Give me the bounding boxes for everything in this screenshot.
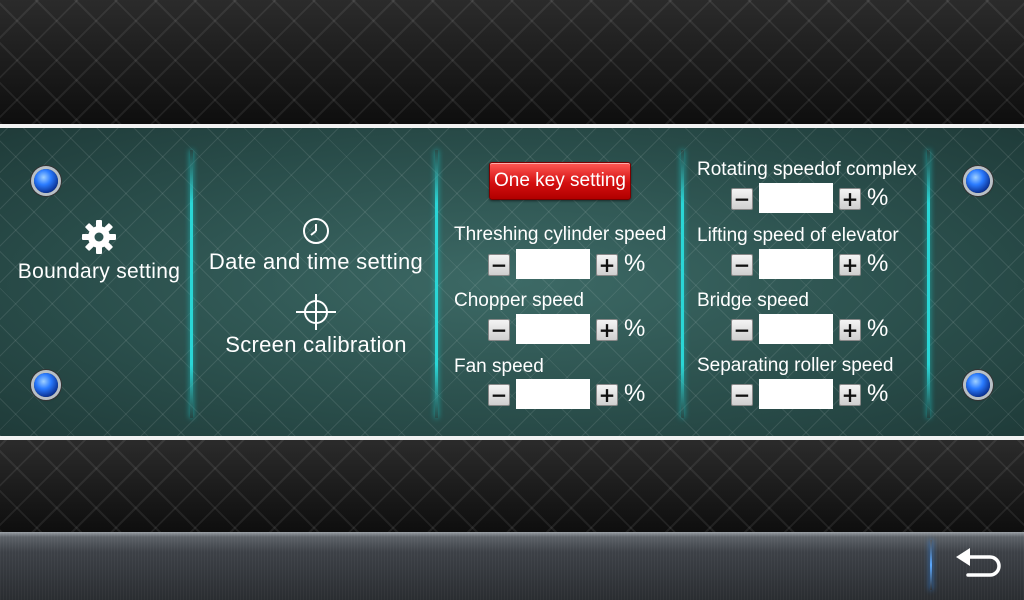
- increase-button[interactable]: +: [596, 254, 618, 276]
- crosshair-icon: [296, 294, 336, 330]
- param-label-rotating-speed-of-complex: Rotating speedof complex: [697, 159, 917, 180]
- top-decor-band: [0, 0, 1024, 124]
- chopper-speed-input[interactable]: [516, 314, 590, 344]
- percent-unit: %: [624, 380, 646, 407]
- boundary-setting-button[interactable]: Boundary setting: [14, 218, 184, 284]
- percent-unit: %: [867, 250, 889, 277]
- decrease-button[interactable]: −: [488, 319, 510, 341]
- increase-button[interactable]: +: [839, 384, 861, 406]
- lifting-speed-of-elevator-input[interactable]: [759, 249, 833, 279]
- one-key-setting-button[interactable]: One key setting: [489, 162, 631, 200]
- decrease-button[interactable]: −: [731, 254, 753, 276]
- percent-unit: %: [624, 250, 646, 277]
- back-arrow-icon: [956, 548, 1001, 577]
- decrease-button[interactable]: −: [731, 319, 753, 341]
- param-label-fan-speed: Fan speed: [454, 356, 544, 377]
- clock-icon: [303, 218, 329, 244]
- blue-bolt-icon: [34, 373, 58, 397]
- param-label-threshing-cylinder-speed: Threshing cylinder speed: [454, 224, 667, 245]
- column-divider: [190, 150, 193, 418]
- param-label-separating-roller-speed: Separating roller speed: [697, 355, 894, 376]
- param-label-lifting-speed-of-elevator: Lifting speed of elevator: [697, 225, 899, 246]
- percent-unit: %: [867, 380, 889, 407]
- boundary-setting-label: Boundary setting: [17, 260, 181, 283]
- screen-calibration-button[interactable]: Screen calibration: [198, 292, 434, 358]
- column-divider: [927, 150, 930, 418]
- param-label-chopper-speed: Chopper speed: [454, 290, 584, 311]
- percent-unit: %: [867, 184, 889, 211]
- nav-separator: [930, 540, 932, 590]
- increase-button[interactable]: +: [596, 384, 618, 406]
- fan-speed-stepper: − + %: [488, 379, 658, 411]
- decrease-button[interactable]: −: [731, 188, 753, 210]
- column-divider: [435, 150, 438, 418]
- separating-roller-speed-stepper: − + %: [731, 379, 901, 411]
- fan-speed-input[interactable]: [516, 379, 590, 409]
- column-divider: [681, 150, 684, 418]
- back-button[interactable]: [948, 545, 1008, 589]
- chopper-speed-stepper: − + %: [488, 314, 658, 346]
- bottom-nav-bar: [0, 532, 1024, 600]
- bridge-speed-stepper: − + %: [731, 314, 901, 346]
- bottom-decor-band: [0, 440, 1024, 532]
- increase-button[interactable]: +: [839, 319, 861, 341]
- separating-roller-speed-input[interactable]: [759, 379, 833, 409]
- lifting-speed-of-elevator-stepper: − + %: [731, 249, 901, 281]
- param-label-bridge-speed: Bridge speed: [697, 290, 809, 311]
- increase-button[interactable]: +: [839, 188, 861, 210]
- decrease-button[interactable]: −: [488, 384, 510, 406]
- blue-bolt-icon: [34, 169, 58, 193]
- rotating-speed-of-complex-stepper: − + %: [731, 183, 901, 215]
- bridge-speed-input[interactable]: [759, 314, 833, 344]
- blue-bolt-icon: [966, 169, 990, 193]
- decrease-button[interactable]: −: [731, 384, 753, 406]
- rotating-speed-of-complex-input[interactable]: [759, 183, 833, 213]
- blue-bolt-icon: [966, 373, 990, 397]
- gear-icon: [82, 220, 116, 254]
- increase-button[interactable]: +: [596, 319, 618, 341]
- threshing-cylinder-speed-input[interactable]: [516, 249, 590, 279]
- percent-unit: %: [624, 315, 646, 342]
- percent-unit: %: [867, 315, 889, 342]
- date-time-setting-label: Date and time setting: [208, 249, 424, 274]
- threshing-cylinder-speed-stepper: − + %: [488, 249, 658, 281]
- screen-calibration-label: Screen calibration: [225, 332, 407, 357]
- decrease-button[interactable]: −: [488, 254, 510, 276]
- date-time-setting-button[interactable]: Date and time setting: [198, 216, 434, 275]
- increase-button[interactable]: +: [839, 254, 861, 276]
